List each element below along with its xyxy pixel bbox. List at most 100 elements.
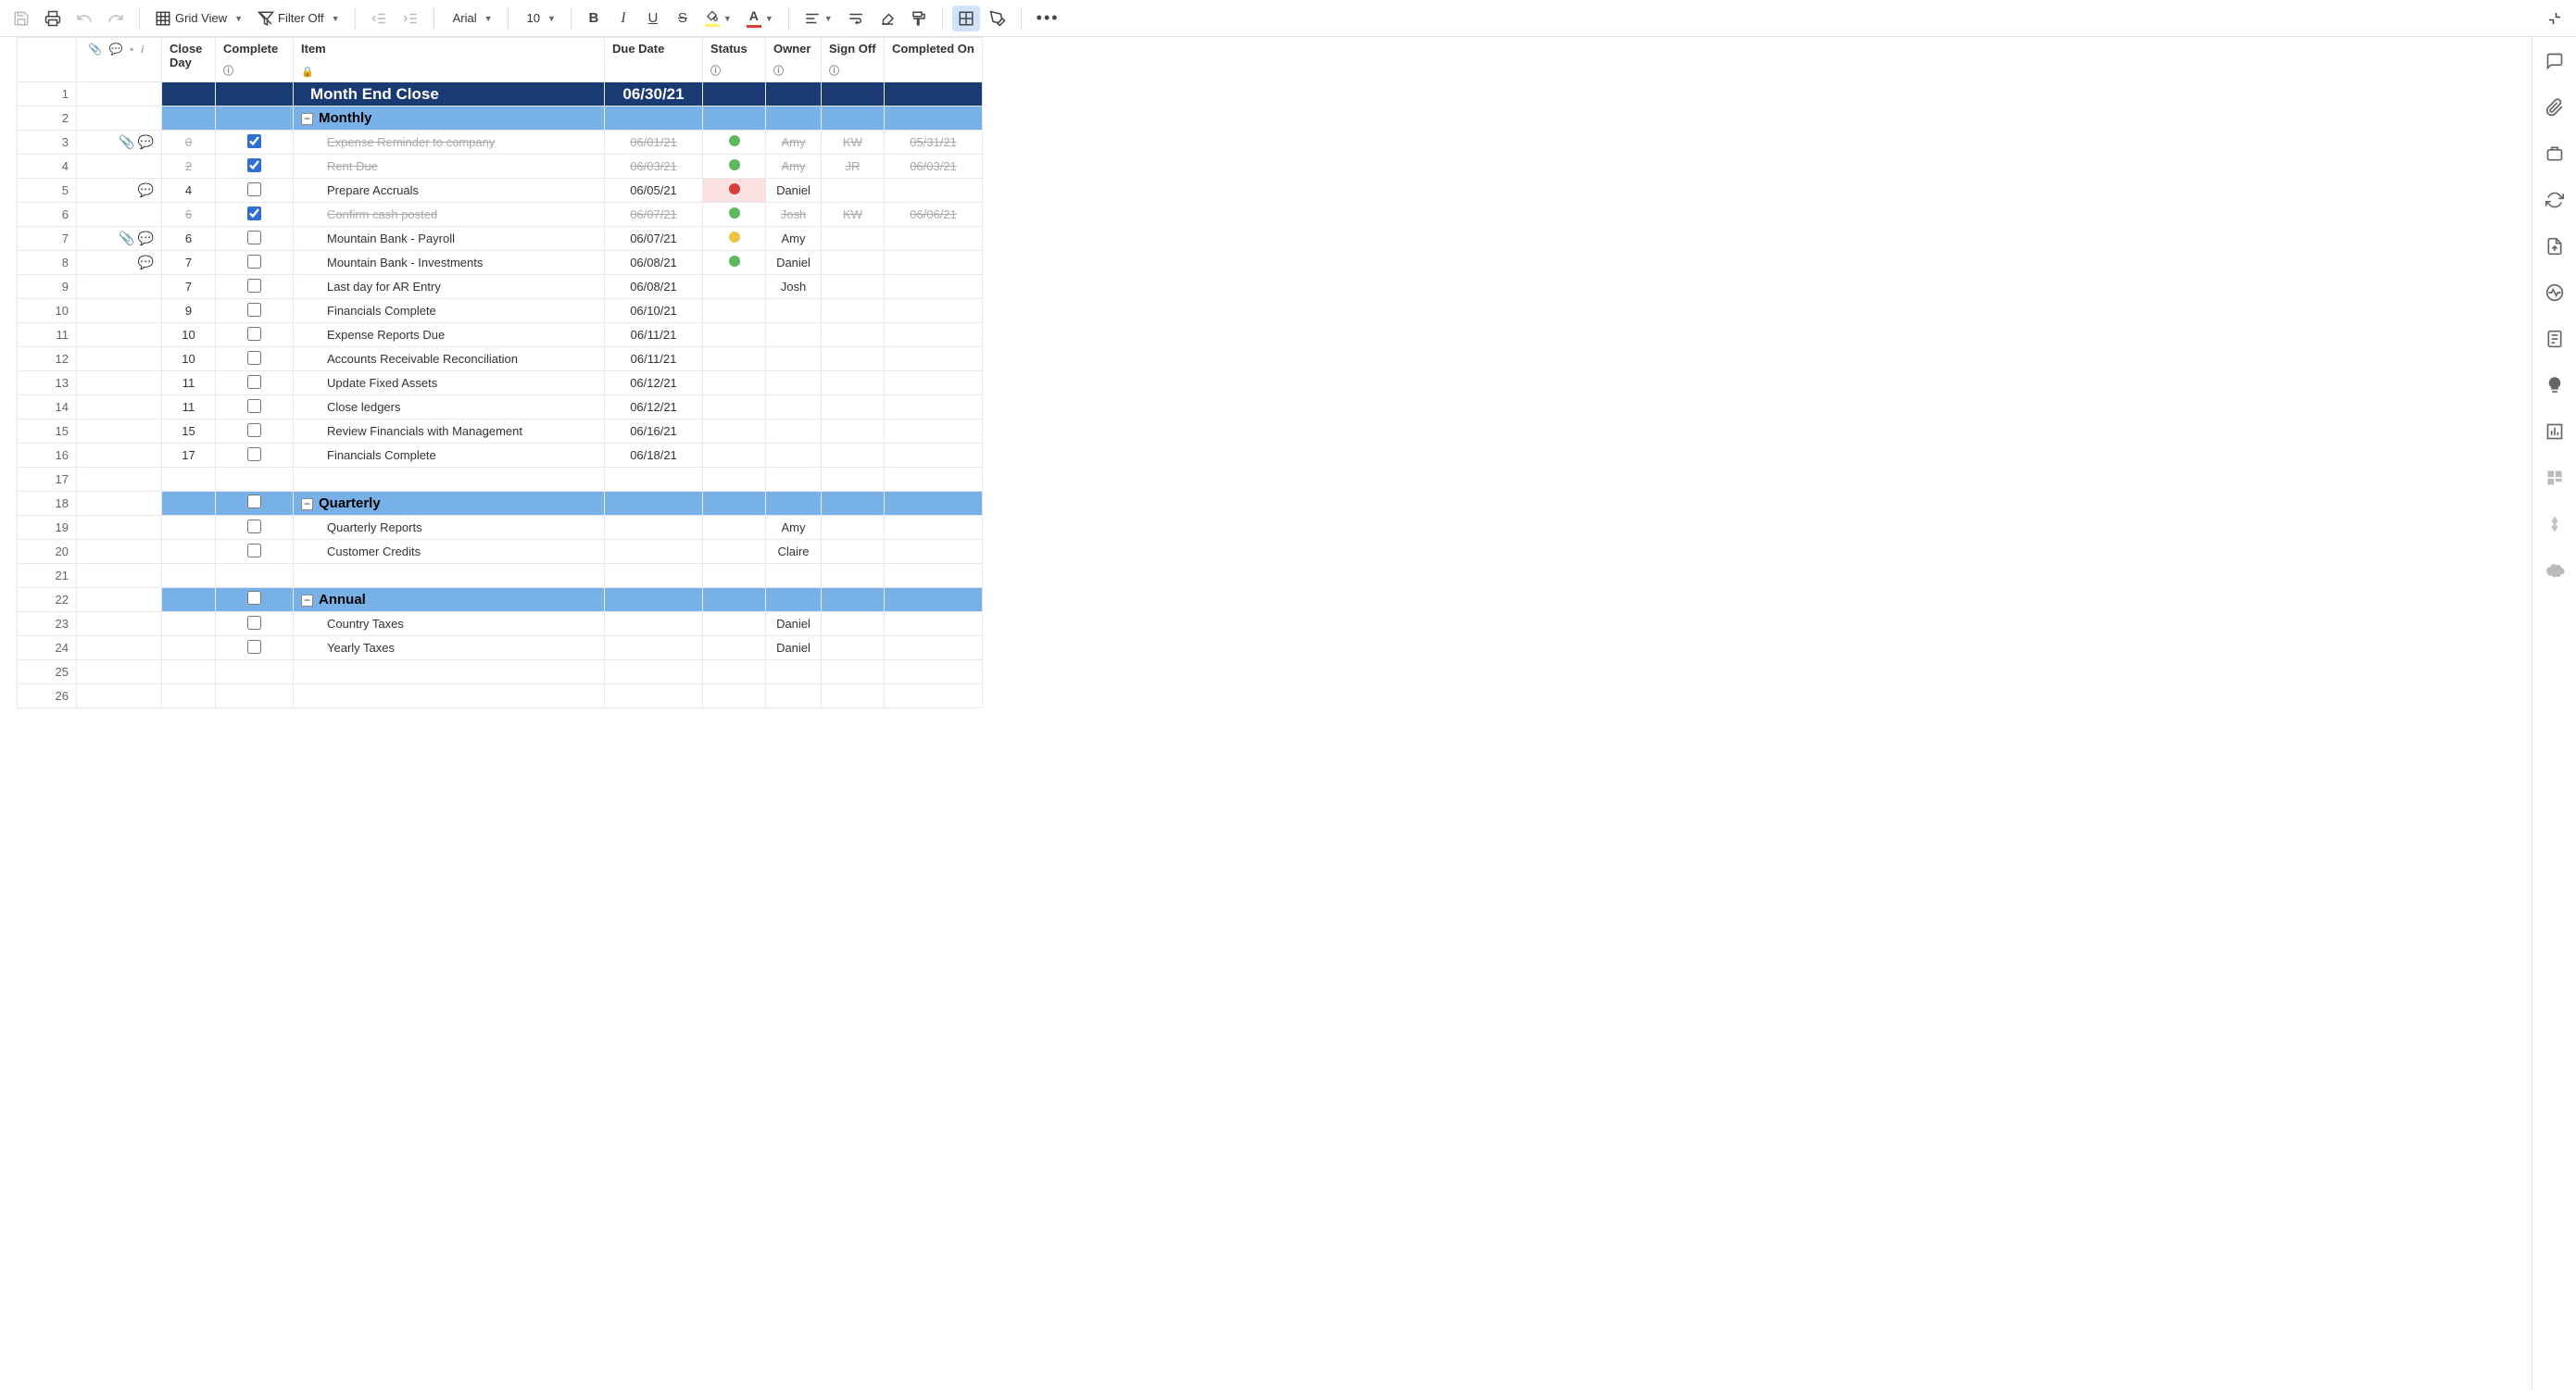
completed-cell[interactable] <box>885 516 983 540</box>
item-cell[interactable]: Mountain Bank - Investments <box>294 251 605 275</box>
section-complete-checkbox[interactable] <box>247 495 261 508</box>
table-row[interactable]: 5💬4Prepare Accruals06/05/21Daniel <box>18 179 983 203</box>
completed-cell[interactable] <box>885 251 983 275</box>
close-day-cell[interactable]: 4 <box>162 179 216 203</box>
collapse-toggle[interactable]: − <box>301 113 313 125</box>
owner-cell[interactable]: Amy <box>766 131 822 155</box>
close-day-cell[interactable]: 7 <box>162 275 216 299</box>
collapse-toggle[interactable]: − <box>301 498 313 510</box>
undo-button[interactable] <box>70 6 98 31</box>
item-cell[interactable]: Financials Complete <box>294 444 605 468</box>
item-cell[interactable]: Financials Complete <box>294 299 605 323</box>
signoff-cell[interactable] <box>822 179 885 203</box>
completed-cell[interactable] <box>885 275 983 299</box>
highlight-button[interactable] <box>984 6 1012 31</box>
table-row[interactable]: 1110Expense Reports Due06/11/21 <box>18 323 983 347</box>
signoff-cell[interactable]: KW <box>822 203 885 227</box>
status-cell[interactable] <box>703 227 766 251</box>
status-cell[interactable] <box>703 275 766 299</box>
due-cell[interactable] <box>605 612 703 636</box>
conditional-format-button[interactable] <box>952 6 980 31</box>
complete-checkbox[interactable] <box>247 423 261 437</box>
due-cell[interactable] <box>605 636 703 660</box>
owner-cell[interactable] <box>766 395 822 420</box>
due-cell[interactable] <box>605 516 703 540</box>
owner-cell[interactable] <box>766 299 822 323</box>
close-day-cell[interactable]: 6 <box>162 227 216 251</box>
brandfolder-button[interactable] <box>2542 511 2568 537</box>
completed-cell[interactable] <box>885 371 983 395</box>
completed-cell[interactable]: 06/06/21 <box>885 203 983 227</box>
strike-button[interactable]: S <box>670 6 696 31</box>
complete-checkbox[interactable] <box>247 399 261 413</box>
complete-checkbox[interactable] <box>247 255 261 269</box>
close-day-cell[interactable]: 10 <box>162 347 216 371</box>
status-cell[interactable] <box>703 516 766 540</box>
comment-icon[interactable]: 💬 <box>138 231 154 246</box>
table-row[interactable]: 20Customer CreditsClaire <box>18 540 983 564</box>
completed-cell[interactable] <box>885 420 983 444</box>
status-cell[interactable] <box>703 179 766 203</box>
collapse-button[interactable] <box>2541 6 2569 31</box>
header-close-day[interactable]: Close Day <box>162 38 216 82</box>
comment-icon[interactable]: 💬 <box>138 255 154 270</box>
item-cell[interactable]: Expense Reminder to company <box>294 131 605 155</box>
close-day-cell[interactable] <box>162 516 216 540</box>
attachments-panel-button[interactable] <box>2542 94 2568 120</box>
owner-cell[interactable] <box>766 444 822 468</box>
section-complete-checkbox[interactable] <box>247 591 261 605</box>
due-cell[interactable]: 06/03/21 <box>605 155 703 179</box>
close-day-cell[interactable]: 7 <box>162 251 216 275</box>
fill-color-button[interactable]: ▼ <box>699 6 737 31</box>
completed-cell[interactable] <box>885 323 983 347</box>
close-day-cell[interactable]: 17 <box>162 444 216 468</box>
table-row[interactable]: 1515Review Financials with Management06/… <box>18 420 983 444</box>
table-row[interactable]: 21 <box>18 564 983 588</box>
tips-button[interactable] <box>2542 372 2568 398</box>
item-cell[interactable]: Last day for AR Entry <box>294 275 605 299</box>
signoff-cell[interactable] <box>822 612 885 636</box>
due-cell[interactable]: 06/05/21 <box>605 179 703 203</box>
due-cell[interactable]: 06/11/21 <box>605 347 703 371</box>
clear-format-button[interactable] <box>873 6 901 31</box>
status-cell[interactable] <box>703 612 766 636</box>
item-cell[interactable]: Close ledgers <box>294 395 605 420</box>
completed-cell[interactable]: 06/03/21 <box>885 155 983 179</box>
complete-checkbox[interactable] <box>247 351 261 365</box>
signoff-cell[interactable] <box>822 347 885 371</box>
complete-checkbox[interactable] <box>247 158 261 172</box>
table-row[interactable]: 1617Financials Complete06/18/21 <box>18 444 983 468</box>
table-row[interactable]: 109Financials Complete06/10/21 <box>18 299 983 323</box>
indent-button[interactable] <box>396 6 424 31</box>
outdent-button[interactable] <box>365 6 393 31</box>
chart-button[interactable] <box>2542 419 2568 445</box>
status-cell[interactable] <box>703 251 766 275</box>
table-row[interactable]: 26 <box>18 684 983 708</box>
item-cell[interactable]: Accounts Receivable Reconciliation <box>294 347 605 371</box>
filter-menu[interactable]: Filter Off▼ <box>252 6 346 31</box>
signoff-cell[interactable]: JR <box>822 155 885 179</box>
item-cell[interactable]: Quarterly Reports <box>294 516 605 540</box>
status-cell[interactable] <box>703 444 766 468</box>
item-cell[interactable]: Country Taxes <box>294 612 605 636</box>
owner-cell[interactable]: Daniel <box>766 636 822 660</box>
update-requests-button[interactable] <box>2542 187 2568 213</box>
status-cell[interactable] <box>703 420 766 444</box>
item-cell[interactable]: Customer Credits <box>294 540 605 564</box>
owner-cell[interactable]: Daniel <box>766 179 822 203</box>
text-color-button[interactable]: A▼ <box>741 6 779 31</box>
table-row[interactable]: 19Quarterly ReportsAmy <box>18 516 983 540</box>
print-button[interactable] <box>39 6 67 31</box>
signoff-cell[interactable] <box>822 251 885 275</box>
table-row[interactable]: 1210Accounts Receivable Reconciliation06… <box>18 347 983 371</box>
table-row[interactable]: 22−Annual <box>18 588 983 612</box>
complete-checkbox[interactable] <box>247 447 261 461</box>
owner-cell[interactable] <box>766 371 822 395</box>
table-row[interactable]: 23Country TaxesDaniel <box>18 612 983 636</box>
due-cell[interactable]: 06/18/21 <box>605 444 703 468</box>
table-row[interactable]: 1Month End Close06/30/21 <box>18 82 983 106</box>
close-day-cell[interactable] <box>162 540 216 564</box>
due-cell[interactable]: 06/11/21 <box>605 323 703 347</box>
owner-cell[interactable]: Josh <box>766 203 822 227</box>
header-status[interactable]: Statusⓘ <box>703 38 766 82</box>
